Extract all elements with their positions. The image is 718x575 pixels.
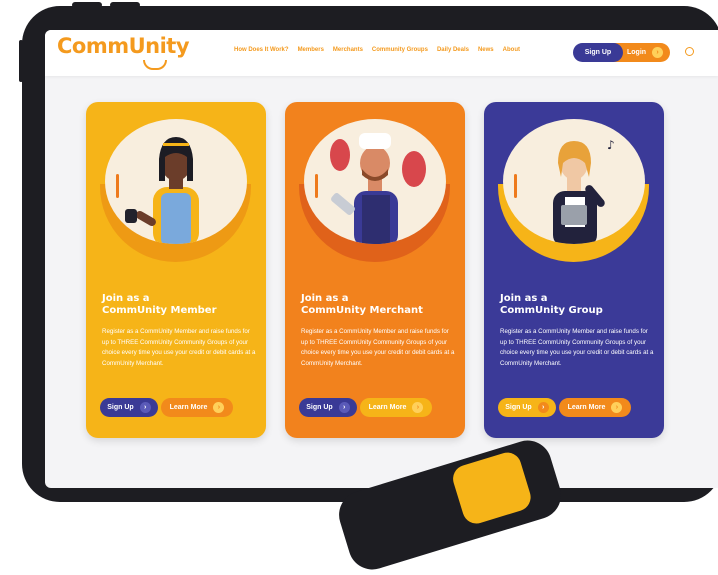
nav-link-about[interactable]: About [503,47,520,53]
arrow-right-icon: › [213,402,225,413]
card-description: Register as a CommUnity Member and raise… [301,328,455,367]
top-nav: CommUnity How Does It Work? Members Merc… [45,30,718,76]
arrow-right-icon: › [652,47,664,58]
member-learn-more-button[interactable]: Learn More › [161,398,233,417]
merchant-learn-more-button[interactable]: Learn More › [360,398,432,417]
button-label: Sign Up [505,404,532,411]
arrow-right-icon: › [611,402,623,413]
group-illustration: ♪ [503,119,645,244]
card-title-line2: CommUnity Member [102,305,217,316]
group-learn-more-button[interactable]: Learn More › [559,398,631,417]
svg-text:♪: ♪ [607,138,615,152]
nav-links: How Does It Work? Members Merchants Comm… [234,47,520,53]
phone-screen [449,449,535,527]
tablet-button [110,2,140,8]
nav-link-daily-deals[interactable]: Daily Deals [437,47,469,53]
merchant-illustration [304,119,446,244]
signup-button[interactable]: Sign Up [573,43,623,62]
decor-bar [514,174,517,198]
tablet-button [72,2,102,8]
logo[interactable]: CommUnity [57,34,190,58]
button-label: Sign Up [107,404,134,411]
logo-smile [143,60,167,70]
button-label: Learn More [169,404,208,411]
nav-link-news[interactable]: News [478,47,494,53]
nav-link-community-groups[interactable]: Community Groups [372,47,428,53]
arrow-right-icon: › [412,402,424,413]
decor-bar [315,174,318,198]
nav-link-how-it-works[interactable]: How Does It Work? [234,47,289,53]
member-illustration [105,119,247,244]
card-group: ♪ Join as a CommUnity Group Register as … [484,102,664,438]
arrow-right-icon: › [537,402,549,413]
nav-link-members[interactable]: Members [298,47,324,53]
card-merchant: Join as a CommUnity Merchant Register as… [285,102,465,438]
card-title-line2: CommUnity Group [500,305,603,316]
button-label: Learn More [368,404,407,411]
group-signup-button[interactable]: Sign Up › [498,398,556,417]
card-member: Join as a CommUnity Member Register as a… [86,102,266,438]
button-label: Sign Up [306,404,333,411]
card-description: Register as a CommUnity Member and raise… [102,328,256,367]
decor-bar [116,174,119,198]
login-label: Login [627,49,647,56]
card-title-line1: Join as a [301,293,349,304]
nav-link-merchants[interactable]: Merchants [333,47,363,53]
merchant-signup-button[interactable]: Sign Up › [299,398,357,417]
button-label: Learn More [567,404,606,411]
tablet-screen: CommUnity How Does It Work? Members Merc… [45,30,718,488]
tablet-side-button [19,40,23,82]
card-description: Register as a CommUnity Member and raise… [500,328,654,367]
card-title-line2: CommUnity Merchant [301,305,423,316]
arrow-right-icon: › [338,402,350,413]
member-signup-button[interactable]: Sign Up › [100,398,158,417]
arrow-right-icon: › [139,402,151,413]
card-title-line1: Join as a [102,293,150,304]
search-icon[interactable] [685,47,694,56]
card-title-line1: Join as a [500,293,548,304]
